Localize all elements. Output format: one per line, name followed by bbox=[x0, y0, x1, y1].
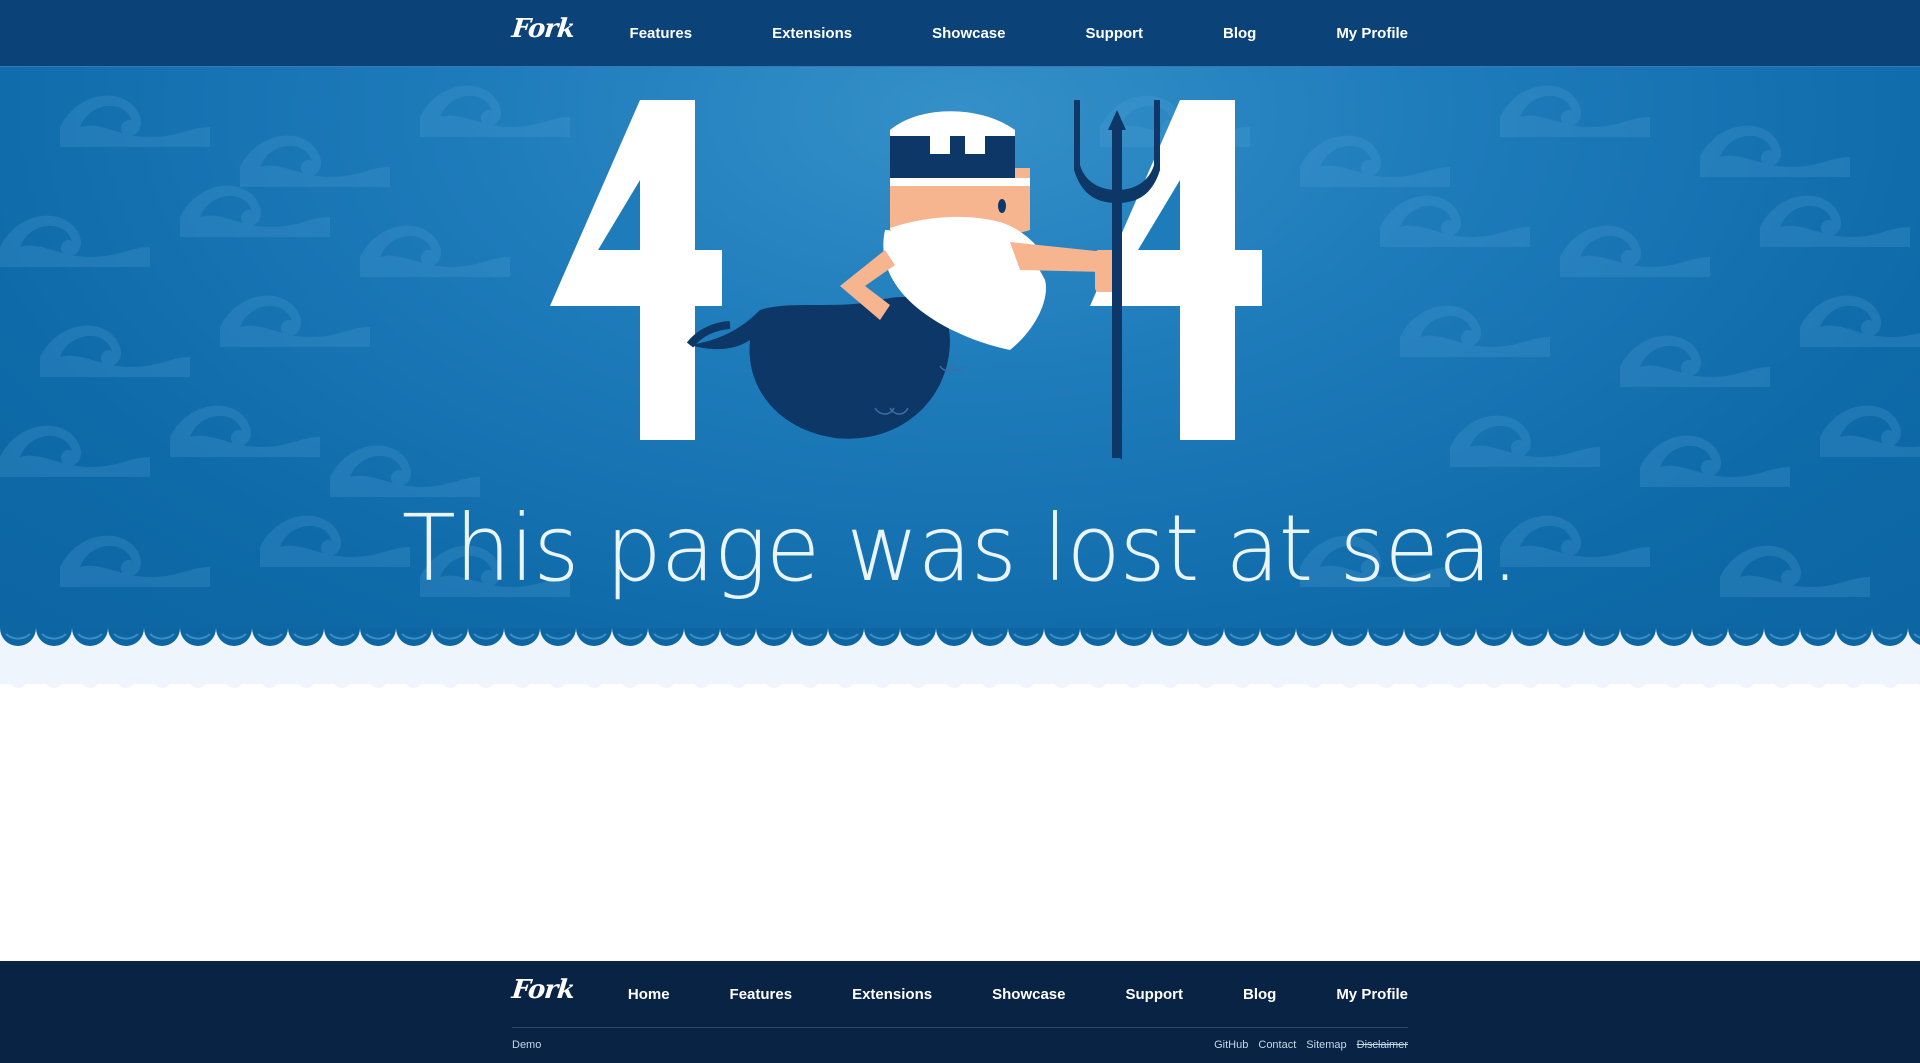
nav-item-support[interactable]: Support bbox=[1085, 25, 1143, 42]
footer-nav-blog[interactable]: Blog bbox=[1243, 986, 1276, 1003]
footer-nav-support[interactable]: Support bbox=[1125, 986, 1183, 1003]
footer-link-demo[interactable]: Demo bbox=[512, 1039, 541, 1051]
footer-nav-home[interactable]: Home bbox=[628, 986, 670, 1003]
footer-link-sitemap[interactable]: Sitemap bbox=[1306, 1039, 1346, 1051]
footer-nav-menu: Home Features Extensions Showcase Suppor… bbox=[628, 961, 1408, 1027]
fork-logo[interactable]: Fork bbox=[510, 14, 575, 44]
footer-secondary-links: GitHub Contact Sitemap Disclaimer bbox=[1204, 1039, 1408, 1051]
nav-item-my-profile[interactable]: My Profile bbox=[1336, 25, 1408, 42]
lost-at-sea-headline: This page was lost at sea. bbox=[401, 495, 1519, 602]
top-navigation-inner: Fork Features Extensions Showcase Suppor… bbox=[510, 0, 1408, 66]
footer-nav-features[interactable]: Features bbox=[730, 986, 793, 1003]
error-404-hero: 4 4 bbox=[0, 67, 1920, 637]
nav-item-blog[interactable]: Blog bbox=[1223, 25, 1256, 42]
footer-inner: Fork Home Features Extensions Showcase S… bbox=[510, 961, 1408, 1063]
footer-link-disclaimer[interactable]: Disclaimer bbox=[1357, 1039, 1408, 1051]
footer-nav-my-profile[interactable]: My Profile bbox=[1336, 986, 1408, 1003]
nav-item-extensions[interactable]: Extensions bbox=[772, 25, 852, 42]
footer-bottom-bar: Demo GitHub Contact Sitemap Disclaimer bbox=[512, 1039, 1408, 1055]
neptune-404-illustration: 4 4 bbox=[550, 100, 1262, 460]
neptune-mascot-icon bbox=[686, 111, 1117, 439]
footer-nav-extensions[interactable]: Extensions bbox=[852, 986, 932, 1003]
nav-item-features[interactable]: Features bbox=[630, 25, 693, 42]
digit-four-left bbox=[550, 100, 722, 440]
nav-item-showcase[interactable]: Showcase bbox=[932, 25, 1005, 42]
footer-divider bbox=[512, 1027, 1408, 1028]
footer-link-github[interactable]: GitHub bbox=[1214, 1039, 1248, 1051]
footer-link-contact[interactable]: Contact bbox=[1258, 1039, 1296, 1051]
footer-fork-logo[interactable]: Fork bbox=[510, 975, 575, 1005]
site-footer: Fork Home Features Extensions Showcase S… bbox=[0, 961, 1920, 1063]
scalloped-wave-edge bbox=[0, 628, 1920, 688]
top-navigation-bar: Fork Features Extensions Showcase Suppor… bbox=[0, 0, 1920, 67]
top-nav-menu: Features Extensions Showcase Support Blo… bbox=[630, 0, 1408, 66]
footer-nav-showcase[interactable]: Showcase bbox=[992, 986, 1065, 1003]
